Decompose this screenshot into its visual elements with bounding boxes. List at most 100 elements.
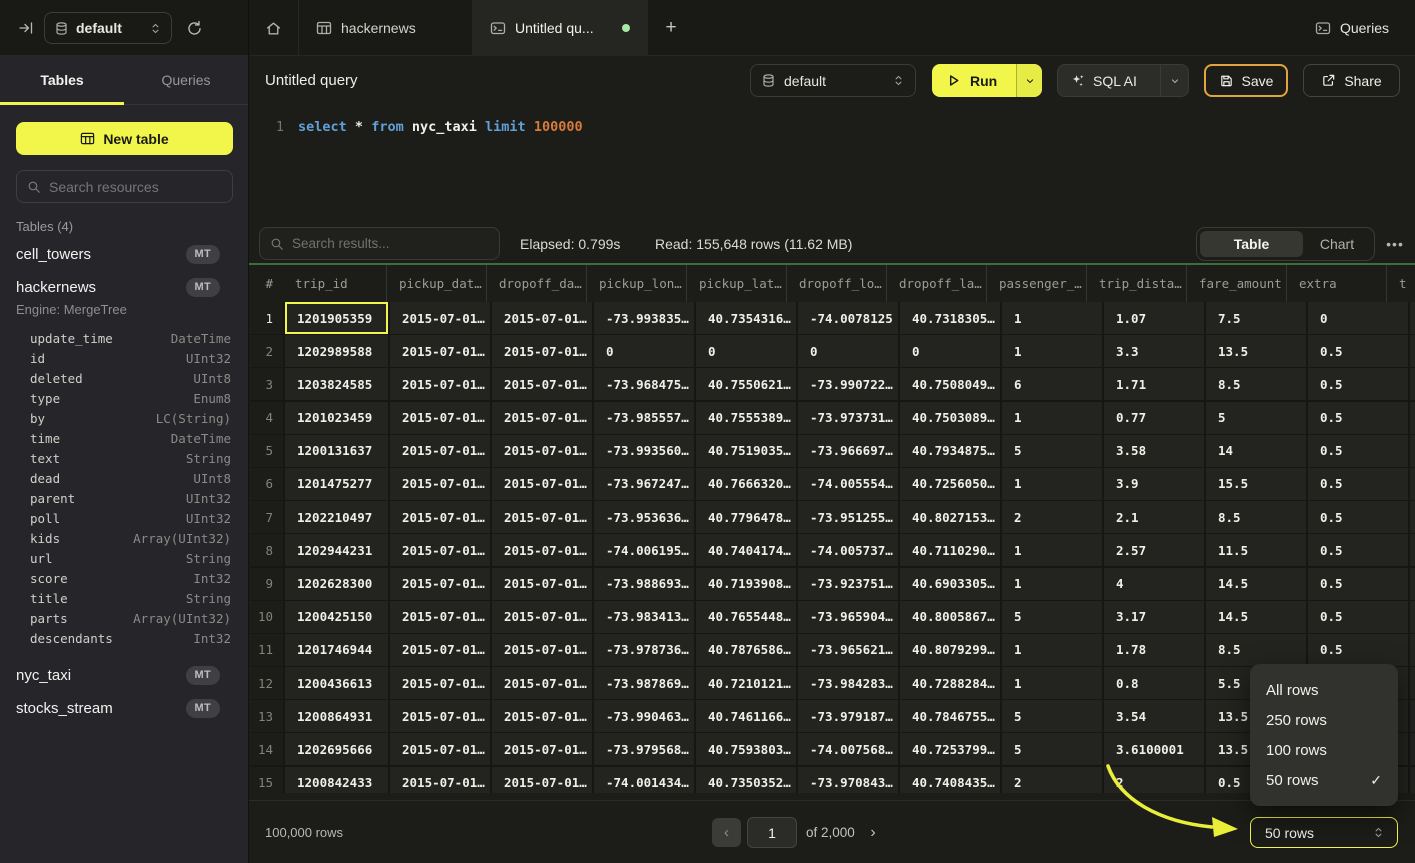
table-cell[interactable]: 1	[1002, 402, 1102, 434]
tab-untitled-query[interactable]: Untitled qu...	[473, 0, 648, 56]
toggle-table-view[interactable]: Table	[1200, 231, 1303, 257]
column-header[interactable]: pickup_lat…	[686, 265, 786, 302]
column-header[interactable]: pickup_lon…	[586, 265, 686, 302]
table-cell[interactable]: 0.5	[1308, 402, 1408, 434]
table-cell[interactable]: 2015-07-01…	[492, 700, 592, 732]
table-cell[interactable]: 0.5	[1308, 435, 1408, 467]
table-cell[interactable]: 0.5	[1308, 501, 1408, 533]
table-cell[interactable]	[1410, 667, 1415, 699]
table-cell[interactable]: 40.7555389…	[696, 402, 796, 434]
table-cell[interactable]: 1.07	[1104, 302, 1204, 334]
schema-column[interactable]: deadUInt8	[30, 468, 231, 488]
table-cell[interactable]: 0	[1410, 501, 1415, 533]
table-cell[interactable]: 1	[1002, 302, 1102, 334]
column-header[interactable]: fare_amount	[1186, 265, 1286, 302]
table-cell[interactable]: 2.57	[1104, 534, 1204, 566]
table-cell[interactable]: 1200864931	[285, 700, 388, 732]
table-cell[interactable]: 2	[1104, 767, 1204, 793]
table-cell[interactable]: 0	[696, 335, 796, 367]
table-cell[interactable]: 2015-07-01…	[492, 601, 592, 633]
column-header[interactable]: #	[250, 265, 283, 302]
table-cell[interactable]: 1202944231	[285, 534, 388, 566]
table-cell[interactable]: 40.7193908…	[696, 568, 796, 600]
sql-ai-button[interactable]: SQL AI	[1057, 64, 1189, 97]
table-cell[interactable]: 5	[1002, 435, 1102, 467]
column-header[interactable]: dropoff_da…	[486, 265, 586, 302]
table-cell[interactable]: 40.7461166…	[696, 700, 796, 732]
queries-panel-button[interactable]: Queries	[1315, 0, 1389, 56]
table-cell[interactable]: 40.8079299…	[900, 634, 1000, 666]
table-cell[interactable]: 1200425150	[285, 601, 388, 633]
schema-column[interactable]: textString	[30, 448, 231, 468]
table-cell[interactable]: -73.973731…	[798, 402, 898, 434]
table-cell[interactable]: -73.965621…	[798, 634, 898, 666]
table-cell[interactable]	[1410, 767, 1415, 793]
table-cell[interactable]: 1	[1002, 667, 1102, 699]
schema-column[interactable]: scoreInt32	[30, 568, 231, 588]
table-cell[interactable]: -73.967247…	[594, 468, 694, 500]
table-cell[interactable]: 40.7550621…	[696, 368, 796, 400]
run-options-button[interactable]	[1016, 64, 1042, 97]
selected-table-cell[interactable]: 1201905359	[285, 302, 388, 334]
table-cell[interactable]: 1	[1410, 302, 1415, 334]
table-cell[interactable]: 2015-07-01…	[390, 733, 490, 765]
table-cell[interactable]: -73.978736…	[594, 634, 694, 666]
table-cell[interactable]: 2015-07-01…	[390, 501, 490, 533]
table-cell[interactable]: 0.5	[1308, 601, 1408, 633]
table-cell[interactable]: -73.953636…	[594, 501, 694, 533]
page-size-option[interactable]: 100 rows	[1250, 735, 1398, 765]
table-cell[interactable]: 40.7110290…	[900, 534, 1000, 566]
table-cell[interactable]: 2015-07-01…	[492, 335, 592, 367]
table-cell[interactable]: -74.007568…	[798, 733, 898, 765]
sidebar-tab-queries[interactable]: Queries	[124, 56, 248, 104]
table-cell[interactable]: 40.7508049…	[900, 368, 1000, 400]
table-cell[interactable]: 1200131637	[285, 435, 388, 467]
schema-column[interactable]: descendantsInt32	[30, 628, 231, 648]
sql-ai-options-button[interactable]	[1160, 65, 1188, 96]
schema-column[interactable]: byLC(String)	[30, 408, 231, 428]
schema-column[interactable]: parentUInt32	[30, 488, 231, 508]
table-cell[interactable]: 2015-07-01…	[390, 302, 490, 334]
table-cell[interactable]: 1	[1410, 634, 1415, 666]
column-header[interactable]: trip_dista…	[1086, 265, 1186, 302]
table-cell[interactable]: 2015-07-01…	[492, 733, 592, 765]
table-cell[interactable]: 2015-07-01…	[492, 767, 592, 793]
table-cell[interactable]: 3.54	[1104, 700, 1204, 732]
table-cell[interactable]: -73.988693…	[594, 568, 694, 600]
table-cell[interactable]: 0.5	[1308, 634, 1408, 666]
table-cell[interactable]: 40.7408435…	[900, 767, 1000, 793]
table-cell[interactable]: 1203824585	[285, 368, 388, 400]
sql-editor[interactable]: 1 select * from nyc_taxi limit 100000	[249, 105, 1415, 225]
share-button[interactable]: Share	[1303, 64, 1400, 97]
table-cell[interactable]: -73.990722…	[798, 368, 898, 400]
table-cell[interactable]: 3.17	[1104, 601, 1204, 633]
table-cell[interactable]: 8.5	[1206, 501, 1306, 533]
table-cell[interactable]: -73.979568…	[594, 733, 694, 765]
table-cell[interactable]: 2015-07-01…	[492, 435, 592, 467]
results-search[interactable]	[259, 227, 500, 260]
page-size-option[interactable]: All rows	[1250, 675, 1398, 705]
table-cell[interactable]: -73.951255…	[798, 501, 898, 533]
table-cell[interactable]: 2015-07-01…	[492, 634, 592, 666]
table-cell[interactable]: 0.8	[1104, 667, 1204, 699]
table-cell[interactable]	[1410, 700, 1415, 732]
table-cell[interactable]: 40.7796478…	[696, 501, 796, 533]
table-cell[interactable]: -73.985557…	[594, 402, 694, 434]
table-cell[interactable]: 40.7253799…	[900, 733, 1000, 765]
table-cell[interactable]: 40.7404174…	[696, 534, 796, 566]
table-cell[interactable]: 2015-07-01…	[390, 700, 490, 732]
table-cell[interactable]: 1	[1410, 335, 1415, 367]
table-cell[interactable]: -73.993835…	[594, 302, 694, 334]
table-cell[interactable]: 2015-07-01…	[492, 302, 592, 334]
table-cell[interactable]: 8.5	[1206, 634, 1306, 666]
table-cell[interactable]: 2015-07-01…	[390, 335, 490, 367]
table-cell[interactable]: 0	[1410, 468, 1415, 500]
table-cell[interactable]: -73.965904…	[798, 601, 898, 633]
table-cell[interactable]: 1	[1002, 468, 1102, 500]
table-cell[interactable]: 1	[1002, 634, 1102, 666]
collapse-sidebar-button[interactable]	[8, 10, 44, 46]
table-cell[interactable]: -73.993560…	[594, 435, 694, 467]
column-header[interactable]: extra	[1286, 265, 1386, 302]
table-cell[interactable]: 4	[1104, 568, 1204, 600]
table-cell[interactable]: 2015-07-01…	[492, 501, 592, 533]
